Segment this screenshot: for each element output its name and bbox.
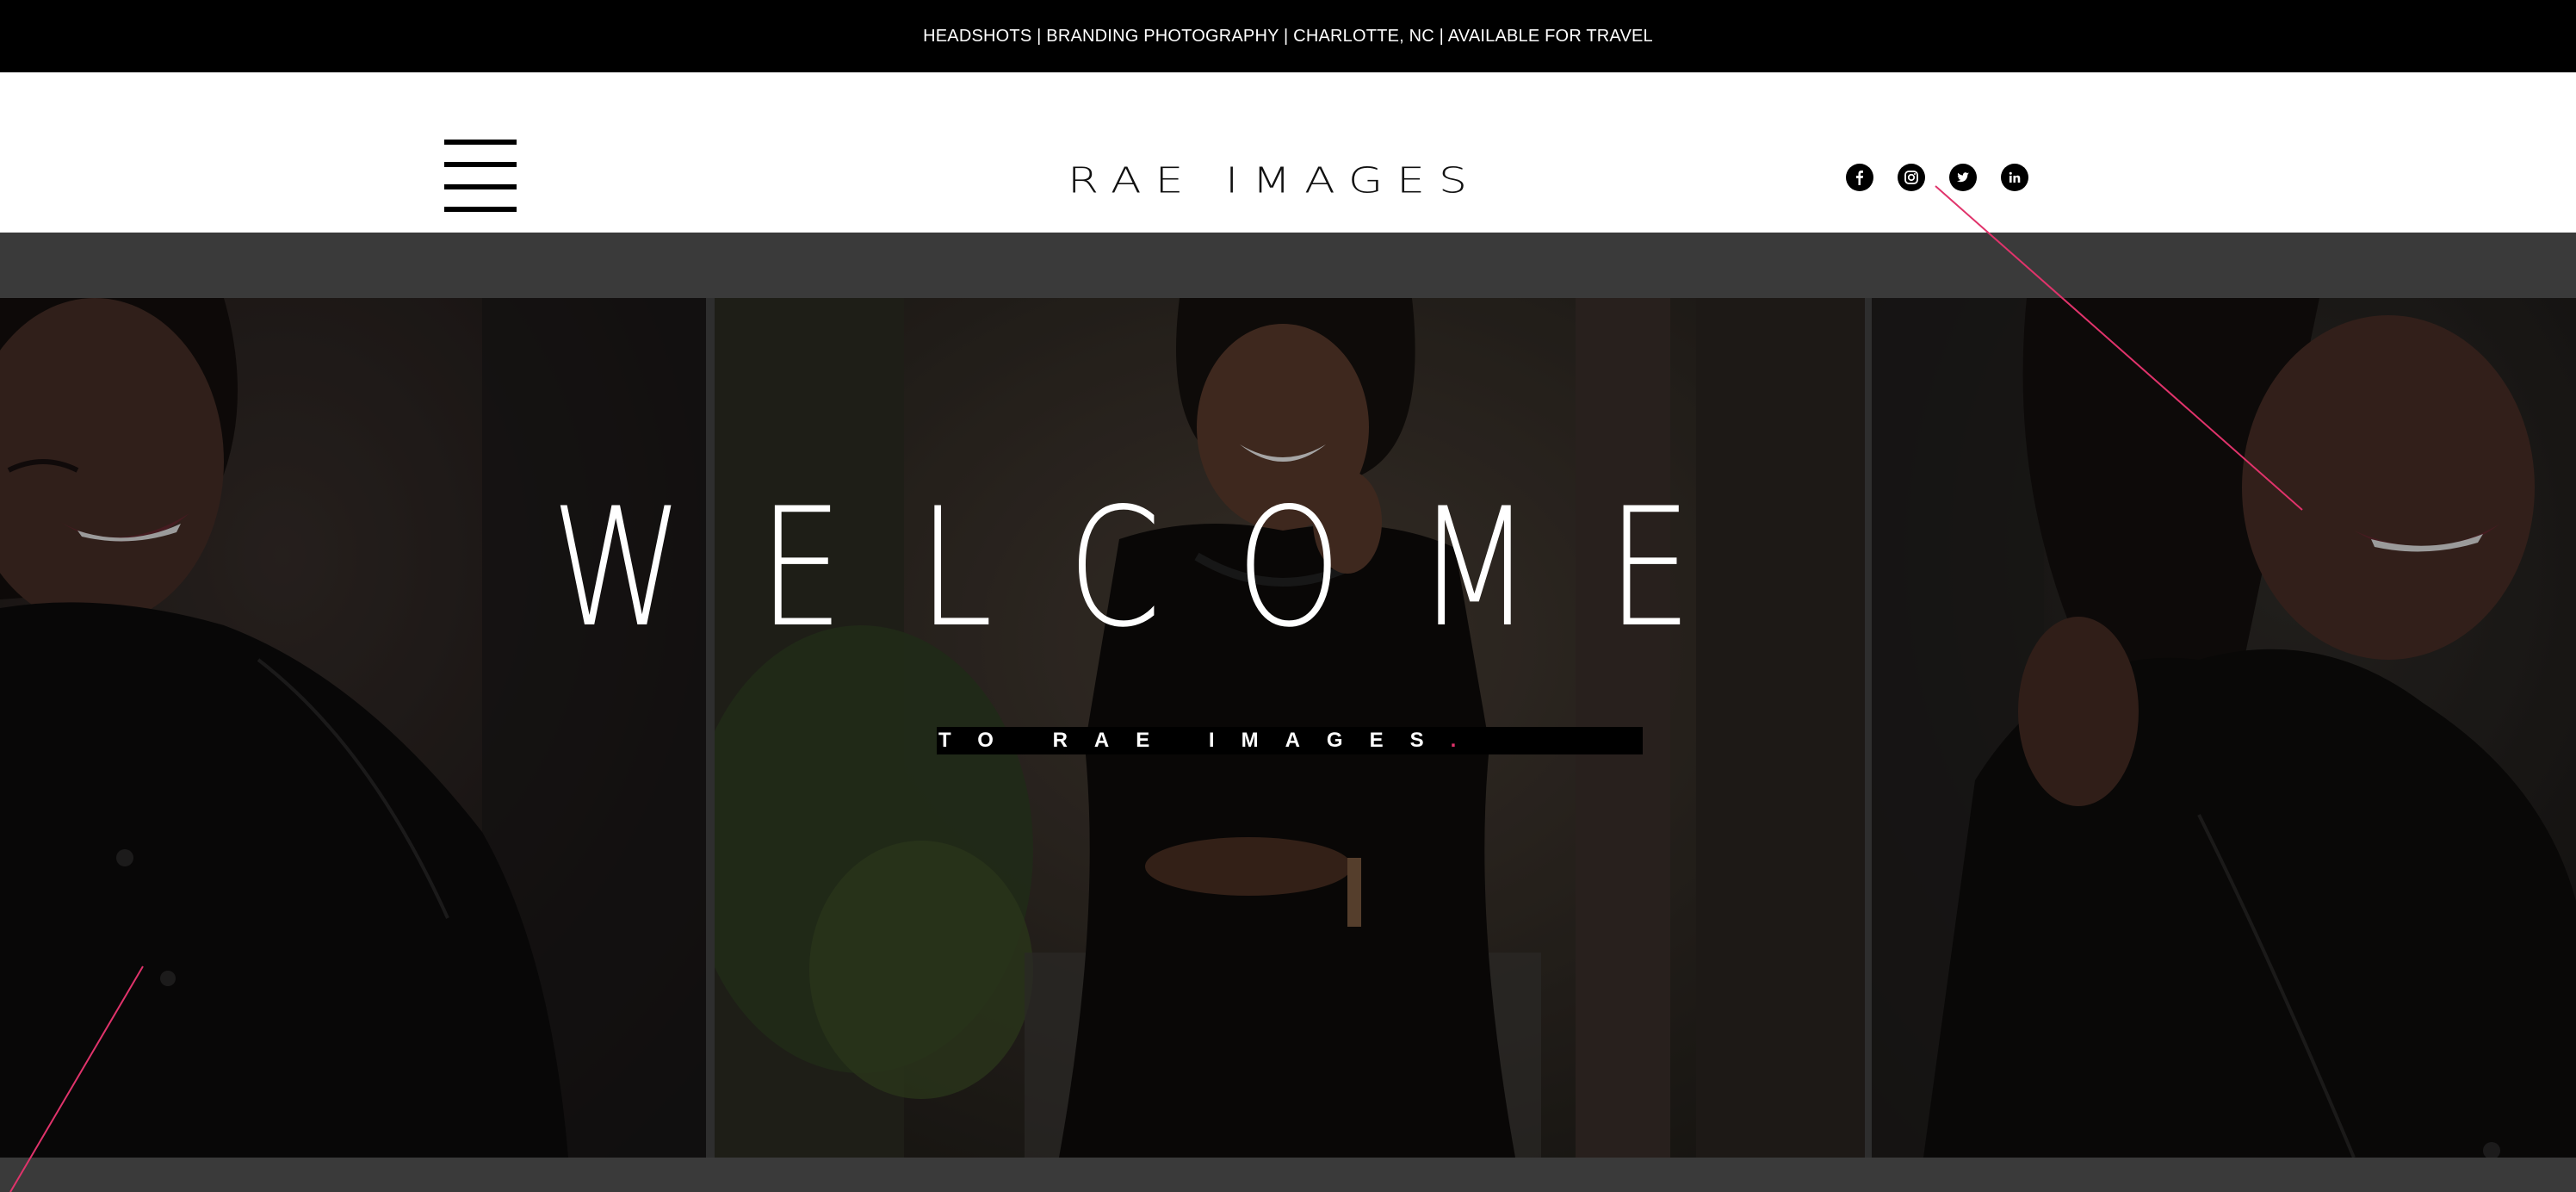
site-logo[interactable]: RAE IMAGES: [1050, 155, 1498, 207]
menu-icon[interactable]: [444, 140, 517, 214]
hero-subtitle-dot: .: [1450, 729, 1457, 752]
facebook-icon[interactable]: [1846, 164, 1873, 191]
hero-bottom-strip: [0, 1158, 2576, 1192]
instagram-icon[interactable]: [1898, 164, 1925, 191]
logo-text: RAE IMAGES: [1068, 160, 1481, 202]
hero-photo-left: [0, 298, 706, 1158]
header-divider-strip: [0, 233, 2576, 298]
twitter-icon[interactable]: [1949, 164, 1977, 191]
announcement-text: HEADSHOTS | BRANDING PHOTOGRAPHY | CHARL…: [923, 26, 1653, 46]
hero-photo-right: [1872, 298, 2576, 1158]
hero-subtitle: TO RAE IMAGES: [938, 729, 1451, 752]
social-links: [1846, 164, 2028, 191]
hero-title: WELCOME: [551, 473, 1768, 663]
linkedin-icon[interactable]: [2001, 164, 2028, 191]
announcement-bar: HEADSHOTS | BRANDING PHOTOGRAPHY | CHARL…: [0, 0, 2576, 73]
hero-subtitle-box: TO RAE IMAGES.: [937, 727, 1643, 754]
site-header: RAE IMAGES: [0, 72, 2576, 233]
